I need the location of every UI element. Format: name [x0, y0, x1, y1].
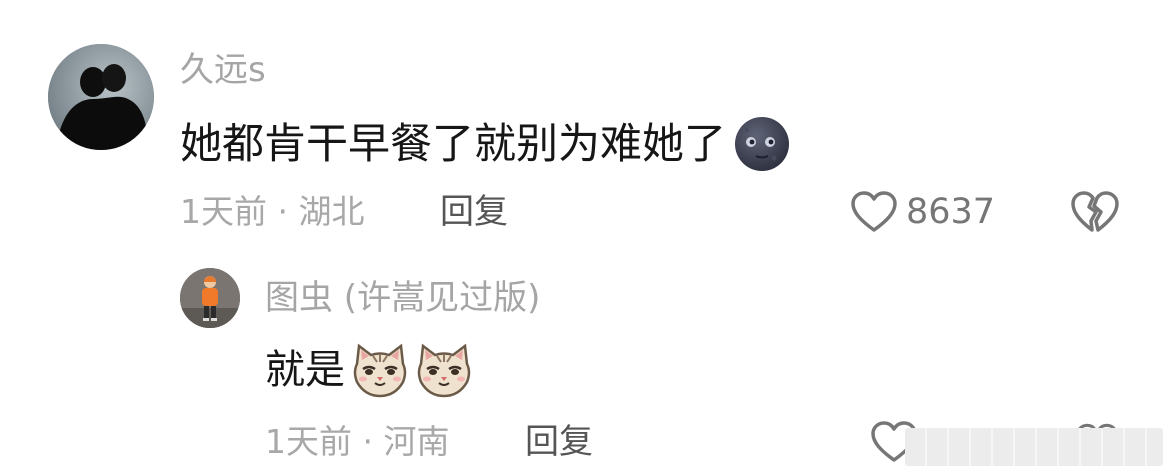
- cat-face-emoji: [417, 343, 471, 398]
- watermark-mask: [905, 428, 1163, 466]
- reply-button[interactable]: 回复: [440, 190, 508, 234]
- comment-meta: 1天前 · 湖北: [180, 192, 365, 231]
- avatar-child-image: [180, 268, 240, 328]
- reply-text: 就是: [265, 347, 345, 393]
- reply-content: 就是: [265, 342, 473, 398]
- username[interactable]: 久远s: [180, 48, 266, 92]
- avatar[interactable]: [48, 44, 154, 150]
- cat-face-emoji: [353, 343, 407, 398]
- reply-avatar[interactable]: [180, 268, 240, 328]
- new-moon-face-emoji: [735, 117, 790, 171]
- comment-thread: 久远s 她都肯干早餐了就别为难她了 1天前 · 湖北 回复 8637 图虫 (许…: [0, 0, 1170, 475]
- like-count: 8637: [906, 192, 996, 232]
- comment-text: 她都肯干早餐了就别为难她了: [180, 119, 727, 168]
- broken-heart-icon: [1071, 191, 1119, 232]
- reply-meta: 1天前 · 河南: [265, 422, 450, 461]
- like-button[interactable]: 8637: [850, 190, 995, 234]
- reply-reply-button[interactable]: 回复: [525, 420, 593, 464]
- avatar-silhouette-image: [48, 44, 154, 150]
- dislike-button[interactable]: [1070, 190, 1120, 234]
- reply-username[interactable]: 图虫 (许嵩见过版): [265, 276, 540, 320]
- heart-outline-icon: [851, 191, 897, 232]
- comment-content: 她都肯干早餐了就别为难她了: [180, 116, 790, 172]
